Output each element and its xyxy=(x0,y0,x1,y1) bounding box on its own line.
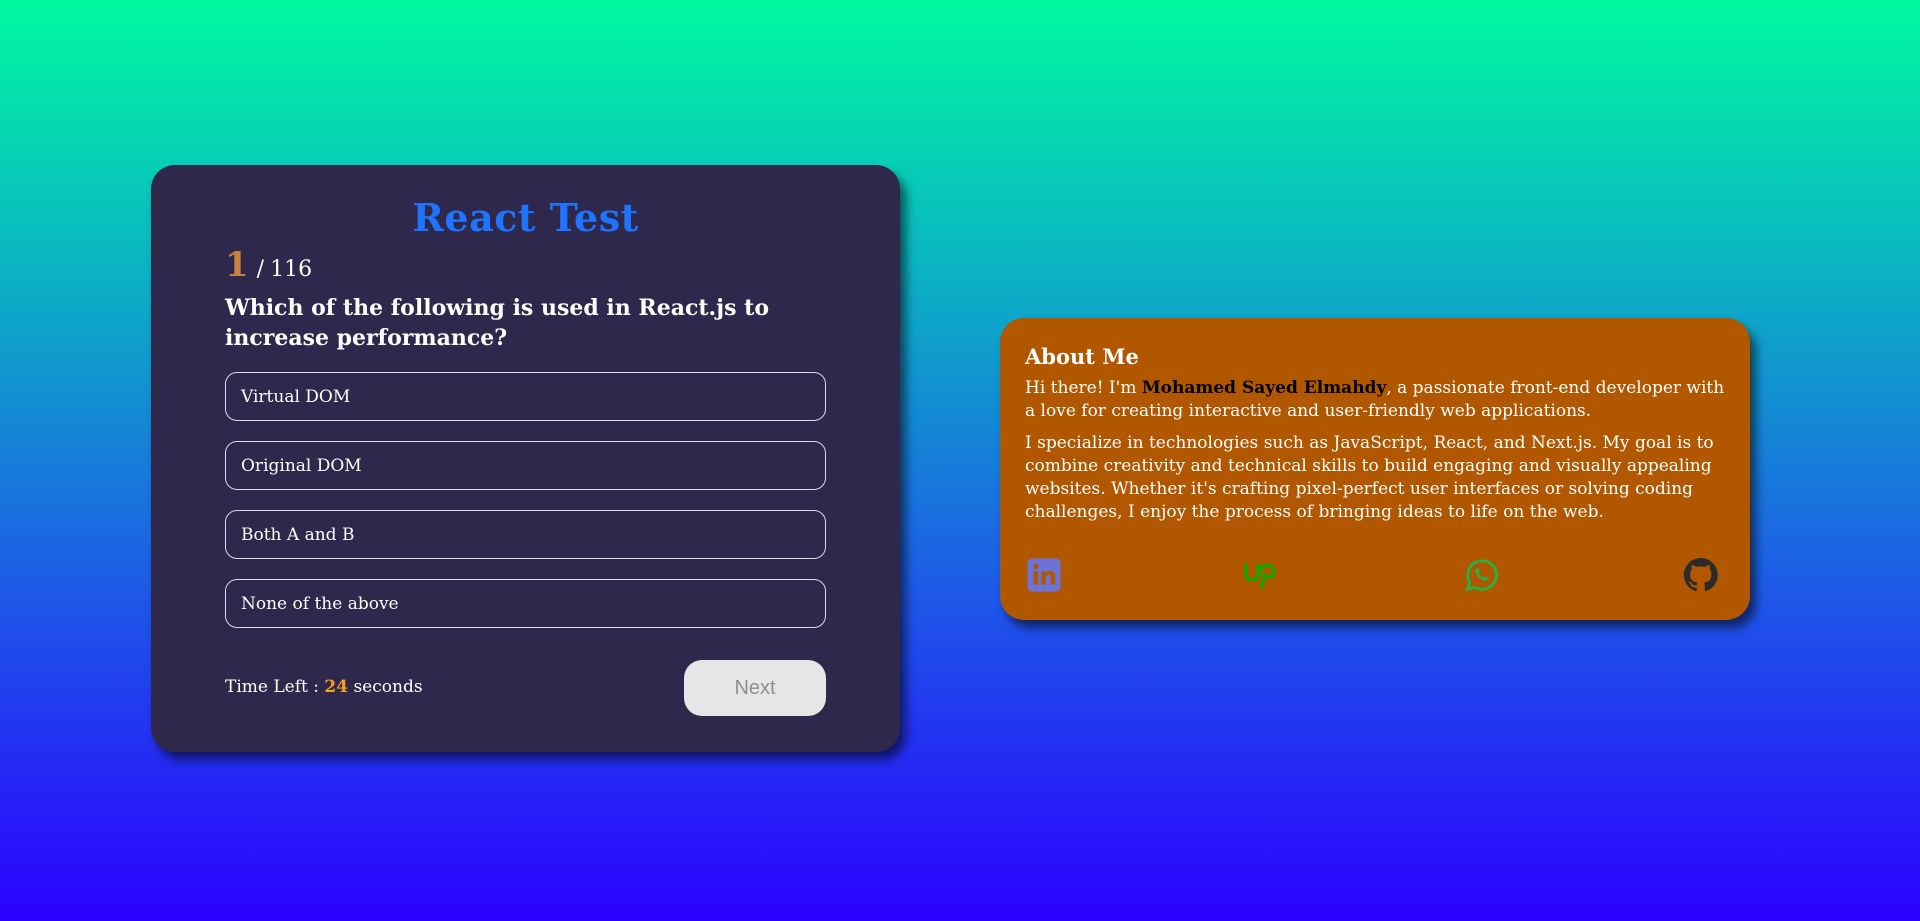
about-description: I specialize in technologies such as Jav… xyxy=(1025,433,1714,522)
about-intro-start: Hi there! I'm xyxy=(1025,378,1142,398)
timer-value: 24 xyxy=(324,677,349,697)
quiz-card: React Test 1 / 116 Which of the followin… xyxy=(151,165,900,752)
timer-label: Time Left : xyxy=(225,677,319,697)
upwork-icon xyxy=(1243,560,1283,590)
about-card: About Me Hi there! I'm Mohamed Sayed Elm… xyxy=(1000,318,1750,620)
quiz-title: React Test xyxy=(412,195,639,240)
answer-option[interactable]: Original DOM xyxy=(225,441,826,490)
timer: Time Left : 24 seconds xyxy=(225,677,423,697)
answer-option[interactable]: None of the above xyxy=(225,579,826,628)
timer-unit: seconds xyxy=(353,677,423,697)
upwork-link[interactable] xyxy=(1244,556,1282,594)
whatsapp-link[interactable] xyxy=(1463,556,1501,594)
answer-options: Virtual DOM Original DOM Both A and B No… xyxy=(225,372,826,648)
social-links xyxy=(1025,556,1720,594)
about-title: About Me xyxy=(1025,344,1139,369)
question-text: Which of the following is used in React.… xyxy=(225,295,770,351)
about-intro: Hi there! I'm Mohamed Sayed Elmahdy, a p… xyxy=(1025,377,1726,423)
linkedin-link[interactable] xyxy=(1025,556,1063,594)
next-button[interactable]: Next xyxy=(684,660,826,716)
total-questions: 116 xyxy=(270,257,313,282)
counter-separator: / xyxy=(256,257,265,282)
github-icon xyxy=(1682,556,1720,594)
question-counter: 1 / 116 xyxy=(225,245,312,285)
github-link[interactable] xyxy=(1682,556,1720,594)
whatsapp-icon xyxy=(1464,557,1500,593)
answer-option[interactable]: Both A and B xyxy=(225,510,826,559)
linkedin-icon xyxy=(1026,557,1062,593)
current-question-number: 1 xyxy=(225,245,249,285)
author-name: Mohamed Sayed Elmahdy xyxy=(1141,378,1387,398)
answer-option[interactable]: Virtual DOM xyxy=(225,372,826,421)
